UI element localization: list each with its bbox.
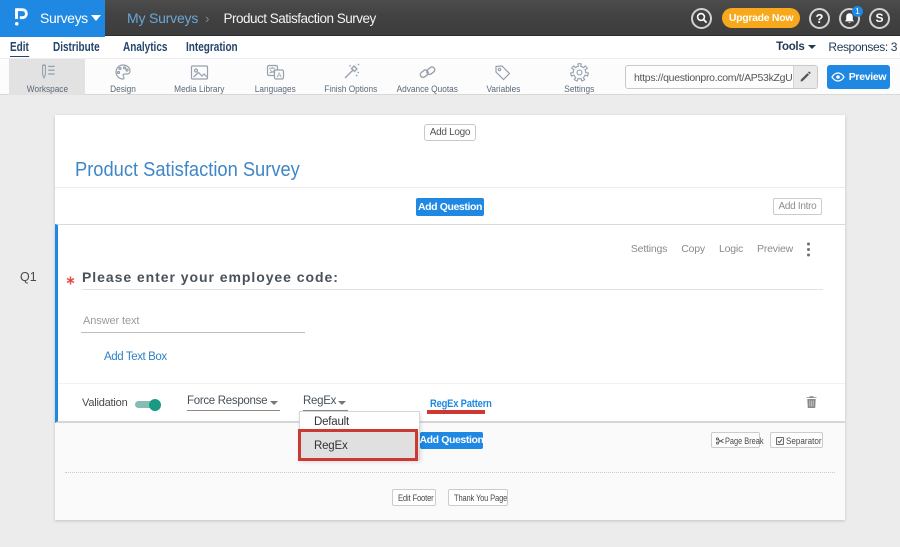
svg-text:A: A	[276, 70, 281, 79]
